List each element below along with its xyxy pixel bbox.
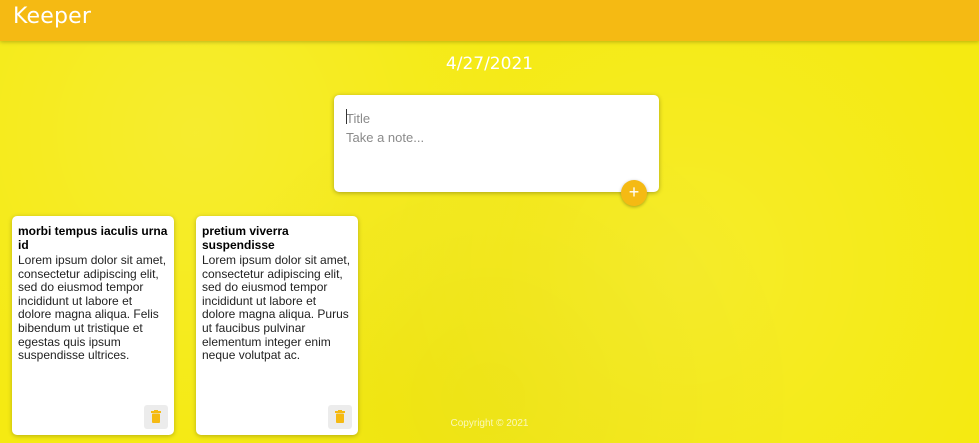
plus-icon: + bbox=[628, 182, 640, 202]
note-card: pretium viverra suspendisse Lorem ipsum … bbox=[196, 216, 358, 435]
note-title: pretium viverra suspendisse bbox=[202, 224, 289, 252]
current-date: 4/27/2021 bbox=[445, 54, 534, 74]
footer-copyright: Copyright © 2021 bbox=[450, 418, 529, 429]
note-content: Lorem ipsum dolor sit amet, consectetur … bbox=[18, 253, 167, 363]
note-card: morbi tempus iaculis urna id Lorem ipsum… bbox=[12, 216, 174, 435]
add-note-button[interactable]: + bbox=[621, 180, 647, 206]
create-note-form bbox=[334, 95, 659, 192]
app-header: Keeper bbox=[0, 0, 979, 41]
note-title-input[interactable] bbox=[346, 109, 646, 127]
text-caret bbox=[346, 109, 347, 124]
note-content: Lorem ipsum dolor sit amet, consectetur … bbox=[202, 253, 351, 363]
note-content-textarea[interactable] bbox=[346, 130, 646, 180]
app-logo-title: Keeper bbox=[13, 4, 92, 29]
note-title: morbi tempus iaculis urna id bbox=[18, 224, 168, 252]
